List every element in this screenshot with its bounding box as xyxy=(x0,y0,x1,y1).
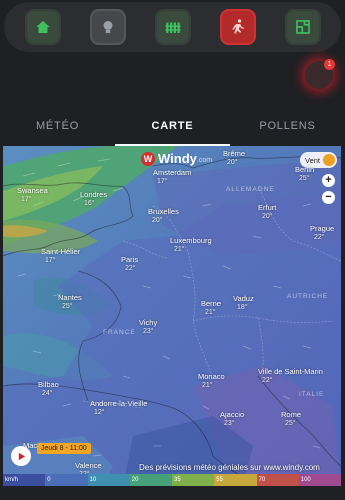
country-label: AUTRICHE xyxy=(287,293,329,300)
city-marker: Londres 16° xyxy=(80,190,108,207)
city-marker: Berne 21° xyxy=(201,299,222,316)
city-marker: Paris 22° xyxy=(121,255,139,272)
quick-action-bar xyxy=(4,2,341,52)
play-icon xyxy=(18,452,25,460)
city-marker: Andorre-la-Vieille 12° xyxy=(90,399,148,416)
city-marker: Monaco 21° xyxy=(198,372,225,389)
wind-icon xyxy=(323,154,335,166)
scale-tick: 0 xyxy=(45,474,88,486)
windy-logo-icon: W xyxy=(141,151,155,166)
timeline-time-badge[interactable]: Jeudi 8 - 11:00 xyxy=(37,443,91,454)
tab-pollens[interactable]: POLLENS xyxy=(230,112,345,146)
scale-tick: 55 xyxy=(214,474,257,486)
scale-unit: km/h xyxy=(3,474,46,486)
home-icon xyxy=(35,21,50,33)
country-label: ALLEMAGNE xyxy=(226,186,275,193)
scale-tick: 35 xyxy=(172,474,215,486)
city-marker: Nantes 25° xyxy=(58,293,82,310)
city-marker: Berlin 25° xyxy=(295,165,315,182)
alarm-button[interactable] xyxy=(219,9,256,45)
windy-footer-link[interactable]: Des prévisions météo géniales sur www.wi… xyxy=(139,463,320,472)
city-marker: Ajaccio 23° xyxy=(220,410,245,427)
city-marker: Vichy 23° xyxy=(139,318,158,335)
layer-button-label: Vent xyxy=(304,155,320,165)
zoom-in-button[interactable]: + xyxy=(322,174,335,187)
country-label: FRANCE xyxy=(103,329,136,336)
city-marker: Amsterdam 17° xyxy=(153,168,192,185)
scale-tick: 100 xyxy=(298,474,341,486)
floorplan-button[interactable] xyxy=(284,9,321,45)
alert-indicator[interactable]: 1 xyxy=(305,59,335,89)
city-marker: Bruxelles 20° xyxy=(148,207,179,224)
city-marker: Saint-Hélier 17° xyxy=(41,247,81,264)
city-marker: Ville de Saint-Marin 22° xyxy=(258,367,323,384)
play-button[interactable] xyxy=(11,446,31,466)
city-marker: Brême 20° xyxy=(223,149,246,166)
zoom-out-button[interactable]: − xyxy=(322,191,335,204)
country-label: ITALIE xyxy=(299,391,325,398)
windy-logo[interactable]: W Windy .com xyxy=(141,151,212,166)
alert-count-badge: 1 xyxy=(324,59,335,70)
floorplan-icon xyxy=(295,20,310,34)
windy-map[interactable]: W Windy .com Vent + − ALLEMAGNE FRANCE A… xyxy=(3,146,341,486)
city-marker: Rome 25° xyxy=(281,410,302,427)
fence-icon xyxy=(165,22,180,33)
light-button[interactable] xyxy=(89,9,126,45)
scale-tick: 70 xyxy=(256,474,299,486)
city-marker: Erfurt 20° xyxy=(258,203,277,220)
windy-logo-domain: .com xyxy=(196,157,213,164)
tab-bar: MÉTÉO CARTE POLLENS xyxy=(0,112,345,146)
wind-scale-legend: km/h 0 10 20 35 55 70 100 xyxy=(3,474,341,486)
tab-meteo[interactable]: MÉTÉO xyxy=(0,112,115,146)
windy-logo-name: Windy xyxy=(158,151,197,166)
city-marker: Prague 22° xyxy=(310,224,335,241)
city-marker: Vaduz 18° xyxy=(233,294,254,311)
scale-tick: 10 xyxy=(87,474,130,486)
tab-carte[interactable]: CARTE xyxy=(115,112,230,146)
scale-tick: 20 xyxy=(129,474,172,486)
city-marker: Bilbao 24° xyxy=(38,380,59,397)
running-person-icon xyxy=(231,19,244,34)
city-marker: Luxembourg 21° xyxy=(170,236,212,253)
city-marker: Swansea 17° xyxy=(17,186,48,203)
wind-field xyxy=(3,146,341,486)
home-button[interactable] xyxy=(24,9,61,45)
lightbulb-icon xyxy=(103,21,112,33)
fence-button[interactable] xyxy=(154,9,191,45)
